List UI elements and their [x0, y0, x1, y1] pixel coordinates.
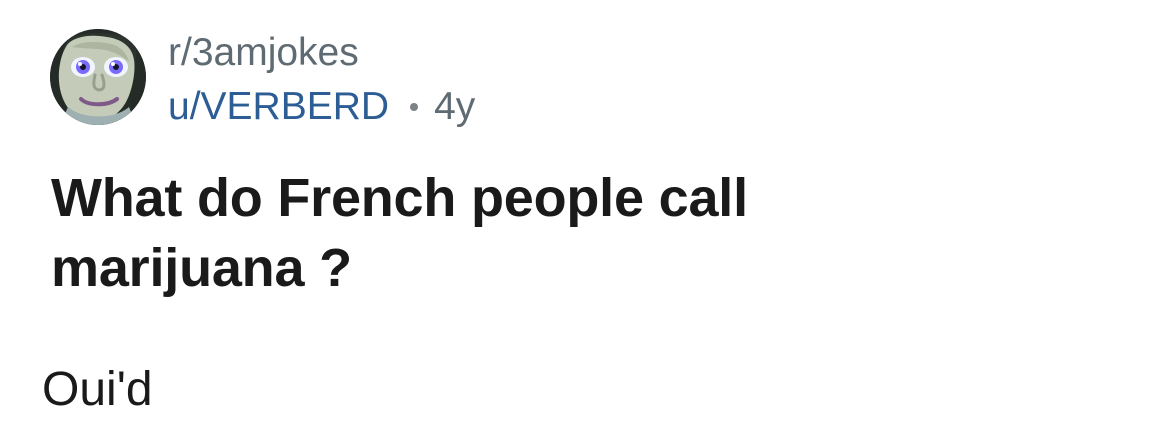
- post-age: 4y: [434, 85, 476, 128]
- user-avatar-icon[interactable]: [50, 29, 146, 125]
- post-card: r/3amjokes u/VERBERD 4y What do French p…: [0, 0, 1170, 441]
- username-link[interactable]: u/VERBERD: [168, 84, 389, 130]
- post-title[interactable]: What do French people call marijuana ?: [51, 163, 951, 303]
- post-byline: u/VERBERD 4y: [168, 84, 475, 130]
- post-meta: r/3amjokes u/VERBERD 4y: [168, 30, 475, 130]
- dot-separator-icon: [410, 103, 419, 111]
- subreddit-link[interactable]: r/3amjokes: [168, 30, 475, 76]
- post-body: Oui'd: [42, 363, 153, 416]
